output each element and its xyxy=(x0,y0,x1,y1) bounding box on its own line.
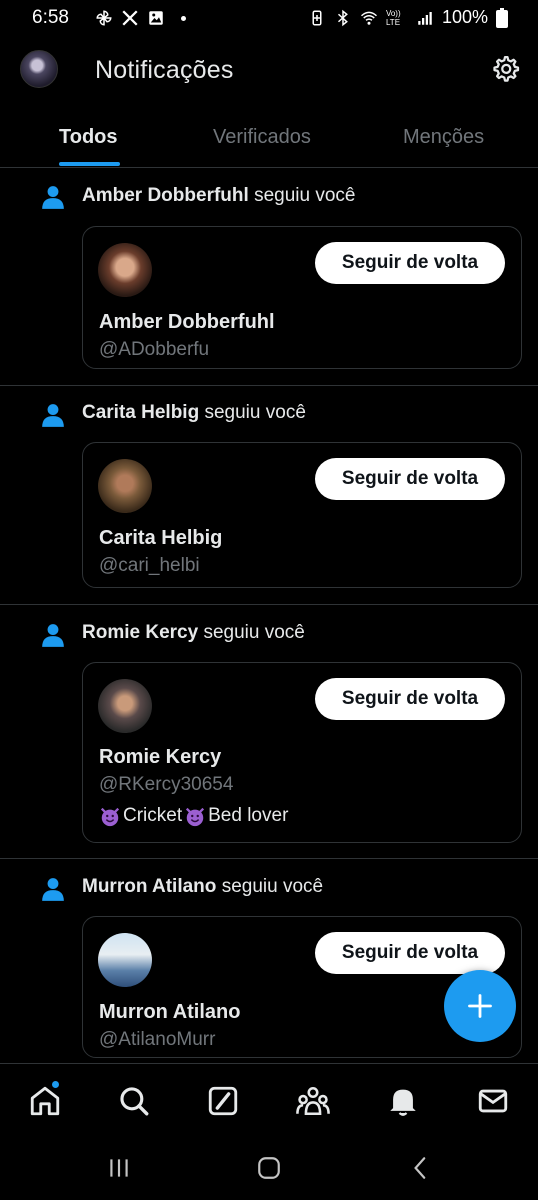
notification-text: Amber Dobberfuhl seguiu você xyxy=(82,185,355,207)
smiling-devil-emoji-icon xyxy=(100,807,120,827)
user-card[interactable]: Seguir de volta Carita Helbig @cari_helb… xyxy=(82,442,522,588)
notification-item[interactable]: Romie Kercy seguiu você Seguir de volta … xyxy=(0,606,538,859)
notification-action: seguiu você xyxy=(204,402,306,423)
user-card[interactable]: Seguir de volta Amber Dobberfuhl @ADobbe… xyxy=(82,226,522,369)
notification-item[interactable]: Carita Helbig seguiu você Seguir de volt… xyxy=(0,387,538,605)
user-name[interactable]: Romie Kercy xyxy=(99,746,221,769)
user-bio: Cricket Bed lover xyxy=(99,805,288,827)
user-handle[interactable]: @cari_helbi xyxy=(99,555,200,577)
page-title: Notificações xyxy=(95,56,234,84)
avatar[interactable] xyxy=(98,679,152,733)
messages-icon[interactable] xyxy=(476,1084,510,1118)
notification-action: seguiu você xyxy=(254,185,356,206)
notification-action: seguiu você xyxy=(203,622,305,643)
system-navigation-bar xyxy=(0,1137,538,1200)
profile-avatar[interactable] xyxy=(20,50,58,88)
user-handle[interactable]: @AtilanoMurr xyxy=(99,1029,215,1051)
tab-mencoes[interactable]: Menções xyxy=(403,126,484,149)
status-bar: 6:58 Vo)) LTE 100% xyxy=(0,0,538,36)
back-icon[interactable] xyxy=(408,1155,434,1181)
person-follow-icon xyxy=(42,878,64,901)
follow-back-button[interactable]: Seguir de volta xyxy=(315,242,505,284)
tab-bar: Todos Verificados Menções xyxy=(0,112,538,168)
x-logo-icon xyxy=(122,10,138,26)
home-icon[interactable] xyxy=(28,1084,62,1118)
image-icon xyxy=(149,11,163,25)
status-left-icons xyxy=(95,9,186,27)
bluetooth-icon xyxy=(337,9,348,26)
notifications-bell-icon[interactable] xyxy=(386,1084,420,1118)
actor-name[interactable]: Amber Dobberfuhl xyxy=(82,185,249,206)
notification-text: Murron Atilano seguiu você xyxy=(82,876,323,898)
search-icon[interactable] xyxy=(117,1084,151,1118)
bottom-navigation xyxy=(0,1063,538,1137)
smiling-devil-emoji-icon xyxy=(186,807,205,827)
home-notification-dot xyxy=(52,1081,59,1088)
tab-verificados[interactable]: Verificados xyxy=(213,126,311,149)
actor-name[interactable]: Murron Atilano xyxy=(82,876,216,897)
app-header: Notificações xyxy=(0,42,538,102)
wifi-icon xyxy=(360,11,377,25)
active-tab-indicator xyxy=(59,162,120,166)
avatar[interactable] xyxy=(98,933,152,987)
person-follow-icon xyxy=(42,624,64,647)
battery-saver-icon xyxy=(312,10,322,25)
bio-text-bed-lover: Bed lover xyxy=(208,805,289,826)
user-handle[interactable]: @ADobberfu xyxy=(99,339,209,361)
follow-back-button[interactable]: Seguir de volta xyxy=(315,678,505,720)
plus-icon xyxy=(468,994,492,1018)
battery-percent: 100% xyxy=(441,7,488,27)
follow-back-button[interactable]: Seguir de volta xyxy=(315,932,505,974)
user-name[interactable]: Murron Atilano xyxy=(99,1001,240,1024)
grok-icon[interactable] xyxy=(206,1084,240,1118)
gear-icon[interactable] xyxy=(490,54,520,84)
actor-name[interactable]: Romie Kercy xyxy=(82,622,198,643)
pinwheel-icon xyxy=(96,10,112,26)
avatar[interactable] xyxy=(98,459,152,513)
notification-text: Carita Helbig seguiu você xyxy=(82,402,306,424)
user-name[interactable]: Carita Helbig xyxy=(99,527,222,550)
avatar[interactable] xyxy=(98,243,152,297)
status-time: 6:58 xyxy=(32,7,69,28)
home-circle-icon[interactable] xyxy=(256,1155,282,1181)
tab-todos[interactable]: Todos xyxy=(59,126,118,149)
communities-icon[interactable] xyxy=(296,1084,330,1118)
follow-back-button[interactable]: Seguir de volta xyxy=(315,458,505,500)
user-card[interactable]: Seguir de volta Romie Kercy @RKercy30654… xyxy=(82,662,522,843)
compose-fab-button[interactable] xyxy=(444,970,516,1042)
volte-icon: Vo)) LTE xyxy=(385,8,401,27)
notification-item[interactable]: Amber Dobberfuhl seguiu você Seguir de v… xyxy=(0,169,538,386)
person-follow-icon xyxy=(42,404,64,427)
signal-icon xyxy=(418,11,432,25)
actor-name[interactable]: Carita Helbig xyxy=(82,402,199,423)
person-follow-icon xyxy=(42,186,64,209)
user-name[interactable]: Amber Dobberfuhl xyxy=(99,311,275,334)
status-right-icons: Vo)) LTE 100% xyxy=(308,7,508,28)
user-handle[interactable]: @RKercy30654 xyxy=(99,774,233,796)
bio-text-cricket: Cricket xyxy=(123,805,183,826)
battery-icon xyxy=(496,7,508,28)
notification-action: seguiu você xyxy=(221,876,324,897)
dot-icon xyxy=(181,15,186,21)
recents-icon[interactable] xyxy=(106,1155,132,1181)
notification-text: Romie Kercy seguiu você xyxy=(82,622,305,644)
